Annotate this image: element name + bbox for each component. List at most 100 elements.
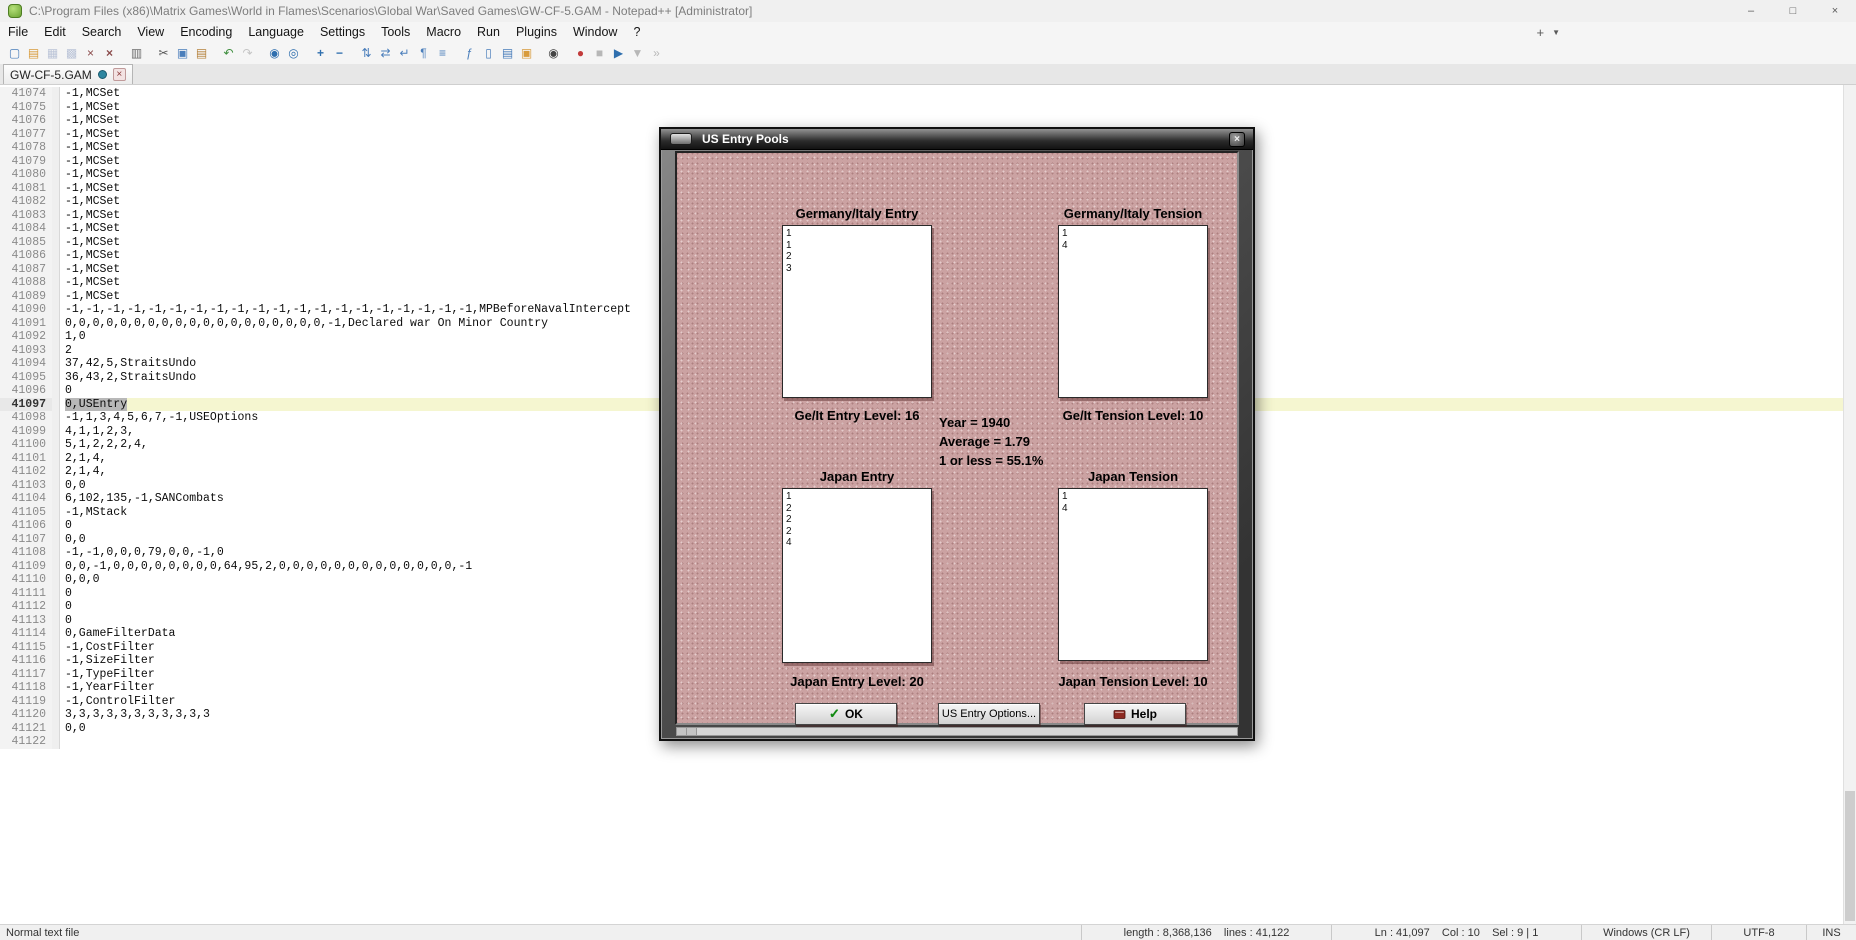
line-text[interactable]: -1,MCSet [65, 290, 120, 303]
new-file-icon[interactable]: ▢ [5, 44, 24, 63]
undo-icon[interactable]: ↶ [219, 44, 238, 63]
menu-item-macro[interactable]: Macro [418, 22, 469, 42]
word-wrap-icon[interactable]: ↵ [395, 44, 414, 63]
cut-icon[interactable]: ✂ [154, 44, 173, 63]
line-text[interactable]: 0,0,0 [65, 573, 100, 586]
us-entry-options-button[interactable]: US Entry Options... [938, 703, 1040, 725]
monitoring-icon[interactable]: ◉ [544, 44, 563, 63]
line-text[interactable]: -1,YearFilter [65, 681, 155, 694]
zoom-in-icon[interactable]: + [311, 44, 330, 63]
line-text[interactable]: 0,0,-1,0,0,0,0,0,0,0,0,64,95,2,0,0,0,0,0… [65, 560, 472, 573]
line-text[interactable]: 0 [65, 614, 72, 627]
menu-item-tools[interactable]: Tools [373, 22, 418, 42]
toolbar-icon[interactable] [146, 44, 154, 63]
toolbar-icon[interactable] [452, 44, 460, 63]
maximize-button[interactable]: □ [1772, 0, 1814, 22]
dialog-titlebar[interactable]: US Entry Pools × [661, 129, 1253, 150]
document-list-icon[interactable]: ▤ [498, 44, 517, 63]
line-text[interactable]: -1,MStack [65, 506, 127, 519]
dialog-horizontal-scrollbar[interactable] [676, 727, 1238, 736]
plus-icon[interactable]: + [1536, 25, 1544, 40]
toolbar-icon[interactable] [536, 44, 544, 63]
line-text[interactable]: 0 [65, 587, 72, 600]
line-text[interactable]: -1,MCSet [65, 141, 120, 154]
minimize-button[interactable]: – [1730, 0, 1772, 22]
save-icon[interactable]: ▦ [43, 44, 62, 63]
record-macro-icon[interactable]: ● [571, 44, 590, 63]
line-text[interactable]: 0,0,0,0,0,0,0,0,0,0,0,0,0,0,0,0,0,0,0,-1… [65, 317, 548, 330]
line-text[interactable]: 37,42,5,StraitsUndo [65, 357, 196, 370]
line-text[interactable]: 0,GameFilterData [65, 627, 175, 640]
line-text[interactable]: -1,MCSet [65, 195, 120, 208]
germany-italy-entry-listbox[interactable]: 1 1 2 3 [782, 225, 932, 398]
line-text[interactable]: 3,3,3,3,3,3,3,3,3,3,3 [65, 708, 210, 721]
line-text[interactable]: -1,MCSet [65, 263, 120, 276]
indent-guide-icon[interactable]: ≡ [433, 44, 452, 63]
line-text[interactable]: -1,MCSet [65, 222, 120, 235]
line-text[interactable]: -1,MCSet [65, 209, 120, 222]
open-file-icon[interactable]: ▤ [24, 44, 43, 63]
line-text[interactable]: 0 [65, 519, 72, 532]
help-button[interactable]: Help [1084, 703, 1186, 725]
line-text[interactable]: 36,43,2,StraitsUndo [65, 371, 196, 384]
line-text[interactable]: -1,MCSet [65, 155, 120, 168]
line-text[interactable]: 1,0 [65, 330, 86, 343]
replace-icon[interactable]: ◎ [284, 44, 303, 63]
line-text[interactable]: 5,1,2,2,2,4, [65, 438, 148, 451]
menu-item-help[interactable]: ? [625, 22, 648, 42]
run-macro-multiple-icon[interactable]: » [647, 44, 666, 63]
menu-item-language[interactable]: Language [240, 22, 312, 42]
menu-item-run[interactable]: Run [469, 22, 508, 42]
show-all-characters-icon[interactable]: ¶ [414, 44, 433, 63]
tab-gw-cf-5[interactable]: GW-CF-5.GAM × [3, 64, 133, 84]
vertical-scrollbar[interactable] [1843, 85, 1856, 924]
germany-italy-tension-listbox[interactable]: 1 4 [1058, 225, 1208, 398]
tab-close-icon[interactable]: × [113, 68, 126, 81]
copy-icon[interactable]: ▣ [173, 44, 192, 63]
menu-item-file[interactable]: File [0, 22, 36, 42]
line-text[interactable]: -1,MCSet [65, 276, 120, 289]
close-all-icon[interactable]: × [100, 44, 119, 63]
menu-item-plugins[interactable]: Plugins [508, 22, 565, 42]
document-map-icon[interactable]: ▯ [479, 44, 498, 63]
toolbar-icon[interactable] [211, 44, 219, 63]
line-text[interactable]: -1,MCSet [65, 249, 120, 262]
menu-item-window[interactable]: Window [565, 22, 625, 42]
line-text[interactable]: -1,MCSet [65, 128, 120, 141]
redo-icon[interactable]: ↷ [238, 44, 257, 63]
menu-item-encoding[interactable]: Encoding [172, 22, 240, 42]
line-text[interactable]: -1,-1,-1,-1,-1,-1,-1,-1,-1,-1,-1,-1,-1,-… [65, 303, 631, 316]
zoom-out-icon[interactable]: − [330, 44, 349, 63]
line-text[interactable]: 0 [65, 384, 72, 397]
line-text[interactable]: -1,1,3,4,5,6,7,-1,USEOptions [65, 411, 258, 424]
print-icon[interactable]: ▥ [127, 44, 146, 63]
line-text[interactable]: 0,0 [65, 533, 86, 546]
japan-tension-listbox[interactable]: 1 4 [1058, 488, 1208, 661]
line-text[interactable]: 2 [65, 344, 72, 357]
line-text[interactable]: -1,CostFilter [65, 641, 155, 654]
line-text[interactable]: -1,MCSet [65, 101, 120, 114]
pin-icon[interactable] [98, 70, 107, 79]
toolbar-icon[interactable] [257, 44, 265, 63]
window-titlebar[interactable]: C:\Program Files (x86)\Matrix Games\Worl… [0, 0, 1856, 22]
menu-item-edit[interactable]: Edit [36, 22, 74, 42]
ok-button[interactable]: ✓ OK [795, 703, 897, 725]
close-button[interactable]: × [1814, 0, 1856, 22]
line-text[interactable]: -1,SizeFilter [65, 654, 155, 667]
folder-workspace-icon[interactable]: ▣ [517, 44, 536, 63]
line-text[interactable]: -1,MCSet [65, 87, 120, 100]
dropdown-arrow-icon[interactable]: ▼ [1552, 28, 1560, 37]
line-text[interactable]: -1,MCSet [65, 168, 120, 181]
save-all-icon[interactable]: ▩ [62, 44, 81, 63]
toolbar-icon[interactable] [119, 44, 127, 63]
japan-entry-listbox[interactable]: 1 2 2 2 4 [782, 488, 932, 663]
line-text[interactable]: -1,MCSet [65, 114, 120, 127]
toolbar-icon[interactable] [303, 44, 311, 63]
save-macro-icon[interactable]: ▼ [628, 44, 647, 63]
dialog-close-icon[interactable]: × [1229, 132, 1245, 147]
menu-item-settings[interactable]: Settings [312, 22, 373, 42]
play-macro-icon[interactable]: ▶ [609, 44, 628, 63]
scroll-left-button[interactable] [677, 728, 687, 735]
menu-item-view[interactable]: View [129, 22, 172, 42]
sync-vertical-icon[interactable]: ⇅ [357, 44, 376, 63]
